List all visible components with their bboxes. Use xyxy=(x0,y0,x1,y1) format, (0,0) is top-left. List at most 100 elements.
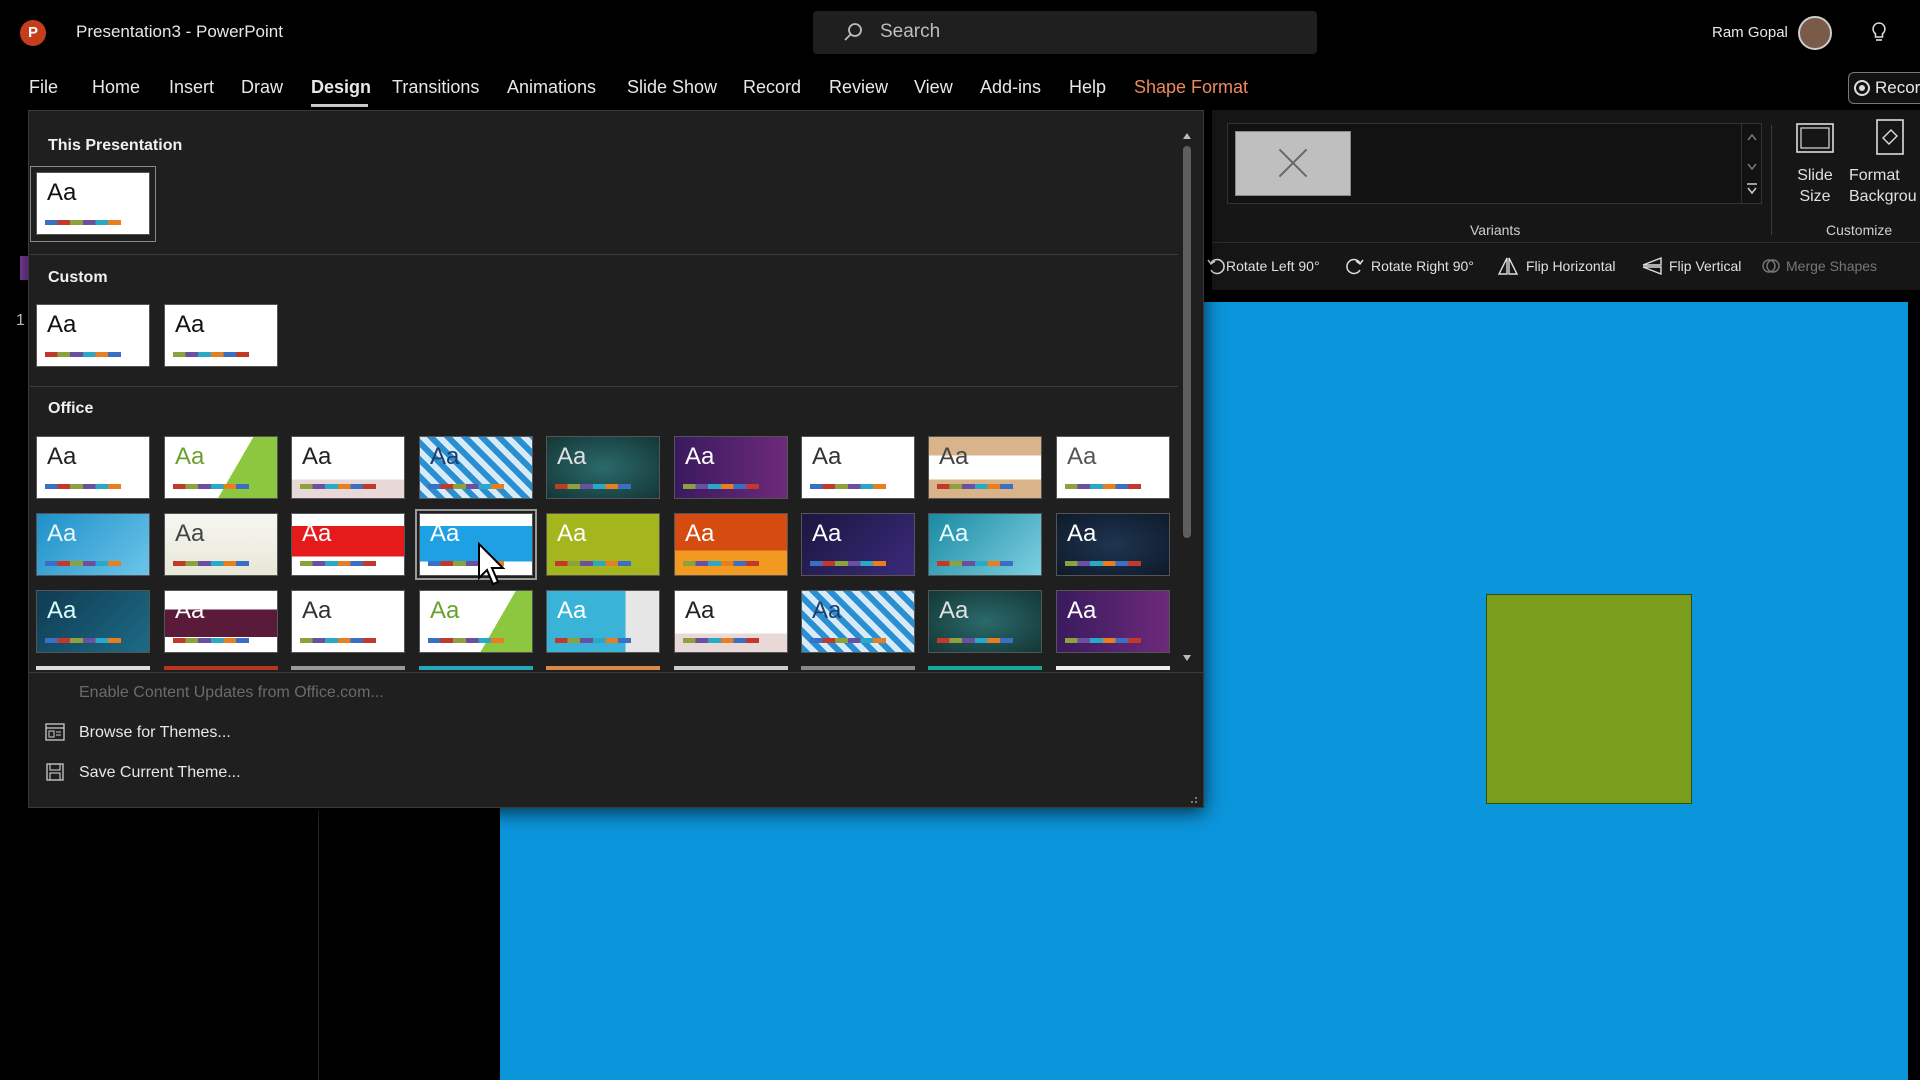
save-current-theme[interactable]: Save Current Theme... xyxy=(79,764,241,782)
tab-view[interactable]: View xyxy=(914,77,953,98)
tab-record[interactable]: Record xyxy=(743,77,801,98)
theme-office-partial[interactable] xyxy=(1056,666,1170,670)
theme-office-9[interactable]: Aa xyxy=(1056,436,1170,499)
theme-office-17[interactable]: Aa xyxy=(928,513,1042,576)
theme-office-10[interactable]: Aa xyxy=(36,513,150,576)
theme-office-11[interactable]: Aa xyxy=(164,513,278,576)
format-background-button[interactable]: Format Backgrou xyxy=(1849,165,1920,207)
panel-separator xyxy=(28,672,1204,673)
theme-office-16[interactable]: Aa xyxy=(801,513,915,576)
green-rectangle-shape[interactable] xyxy=(1486,594,1692,804)
theme-preview-text: Aa xyxy=(302,443,332,470)
theme-custom-2[interactable]: Aa xyxy=(164,304,278,367)
slide-size-button[interactable]: Slide Size xyxy=(1780,165,1850,207)
search-placeholder[interactable]: Search xyxy=(880,21,940,43)
tab-file[interactable]: File xyxy=(29,77,58,98)
slide-size-icon[interactable] xyxy=(1795,122,1835,154)
theme-color-swatches xyxy=(173,484,249,489)
avatar[interactable] xyxy=(1798,16,1832,50)
theme-office-27[interactable]: Aa xyxy=(1056,590,1170,653)
theme-office-23[interactable]: Aa xyxy=(546,590,660,653)
theme-preview-text: Aa xyxy=(175,311,205,338)
theme-office-19[interactable]: Aa xyxy=(36,590,150,653)
theme-custom-1[interactable]: Aa xyxy=(36,304,150,367)
theme-color-swatches xyxy=(555,638,631,643)
rotate-left-button[interactable]: Rotate Left 90° xyxy=(1226,258,1320,274)
theme-office-22[interactable]: Aa xyxy=(419,590,533,653)
tab-review[interactable]: Review xyxy=(829,77,888,98)
flip-horizontal-icon[interactable] xyxy=(1497,255,1519,277)
theme-office-partial[interactable] xyxy=(928,666,1042,670)
theme-office-partial[interactable] xyxy=(36,666,150,670)
browse-themes-icon xyxy=(45,723,65,741)
ribbon-divider xyxy=(1212,242,1920,243)
scroll-down-icon[interactable] xyxy=(1181,652,1193,664)
theme-color-swatches xyxy=(428,484,504,489)
rotate-right-icon[interactable] xyxy=(1344,255,1366,277)
theme-this-presentation[interactable]: Aa xyxy=(36,172,150,235)
theme-preview-text: Aa xyxy=(47,597,77,624)
scrollbar-thumb[interactable] xyxy=(1183,146,1191,538)
rotate-left-icon[interactable] xyxy=(1205,255,1227,277)
tab-transitions[interactable]: Transitions xyxy=(392,77,479,98)
mouse-cursor-icon xyxy=(478,542,506,586)
theme-office-20[interactable]: Aa xyxy=(164,590,278,653)
theme-office-15[interactable]: Aa xyxy=(674,513,788,576)
theme-office-7[interactable]: Aa xyxy=(801,436,915,499)
theme-color-swatches xyxy=(45,352,121,357)
theme-preview-text: Aa xyxy=(685,597,715,624)
tab-add-ins[interactable]: Add-ins xyxy=(980,77,1041,98)
rotate-right-button[interactable]: Rotate Right 90° xyxy=(1371,258,1474,274)
theme-office-partial[interactable] xyxy=(546,666,660,670)
variant-placeholder[interactable] xyxy=(1235,131,1351,196)
theme-office-8[interactable]: Aa xyxy=(928,436,1042,499)
theme-office-21[interactable]: Aa xyxy=(291,590,405,653)
format-background-icon[interactable] xyxy=(1873,118,1907,158)
theme-color-swatches xyxy=(173,638,249,643)
theme-office-partial[interactable] xyxy=(674,666,788,670)
browse-for-themes[interactable]: Browse for Themes... xyxy=(79,724,231,742)
tab-shape-format[interactable]: Shape Format xyxy=(1134,77,1248,98)
theme-office-partial[interactable] xyxy=(164,666,278,670)
flip-vertical-button[interactable]: Flip Vertical xyxy=(1669,258,1741,274)
theme-color-swatches xyxy=(810,638,886,643)
theme-color-swatches xyxy=(937,561,1013,566)
tab-design[interactable]: Design xyxy=(311,77,371,98)
flip-horizontal-button[interactable]: Flip Horizontal xyxy=(1526,258,1615,274)
lightbulb-icon[interactable] xyxy=(1868,20,1890,44)
theme-office-partial[interactable] xyxy=(419,666,533,670)
theme-office-12[interactable]: Aa xyxy=(291,513,405,576)
theme-office-6[interactable]: Aa xyxy=(674,436,788,499)
tab-draw[interactable]: Draw xyxy=(241,77,283,98)
theme-preview-text: Aa xyxy=(939,443,969,470)
variants-label: Variants xyxy=(1470,222,1521,238)
record-label[interactable]: Recor xyxy=(1875,78,1920,98)
theme-office-18[interactable]: Aa xyxy=(1056,513,1170,576)
theme-office-3[interactable]: Aa xyxy=(291,436,405,499)
resize-grip-icon[interactable] xyxy=(1188,794,1198,804)
theme-preview-text: Aa xyxy=(47,311,77,338)
theme-office-25[interactable]: Aa xyxy=(801,590,915,653)
theme-preview-text: Aa xyxy=(939,597,969,624)
tab-slide-show[interactable]: Slide Show xyxy=(627,77,717,98)
tab-help[interactable]: Help xyxy=(1069,77,1106,98)
user-name[interactable]: Ram Gopal xyxy=(1712,24,1788,41)
theme-office-5[interactable]: Aa xyxy=(546,436,660,499)
tab-insert[interactable]: Insert xyxy=(169,77,214,98)
theme-color-swatches xyxy=(300,561,376,566)
theme-office-26[interactable]: Aa xyxy=(928,590,1042,653)
theme-office-4[interactable]: Aa xyxy=(419,436,533,499)
theme-office-14[interactable]: Aa xyxy=(546,513,660,576)
variants-scroll-controls[interactable] xyxy=(1741,124,1762,204)
theme-color-swatches xyxy=(810,484,886,489)
scroll-up-icon[interactable] xyxy=(1181,130,1193,142)
tab-home[interactable]: Home xyxy=(92,77,140,98)
theme-office-partial[interactable] xyxy=(801,666,915,670)
theme-office-2[interactable]: Aa xyxy=(164,436,278,499)
tab-animations[interactable]: Animations xyxy=(507,77,596,98)
ribbon-separator xyxy=(1771,125,1772,235)
theme-office-24[interactable]: Aa xyxy=(674,590,788,653)
flip-vertical-icon[interactable] xyxy=(1641,255,1663,277)
theme-office-1[interactable]: Aa xyxy=(36,436,150,499)
theme-office-partial[interactable] xyxy=(291,666,405,670)
